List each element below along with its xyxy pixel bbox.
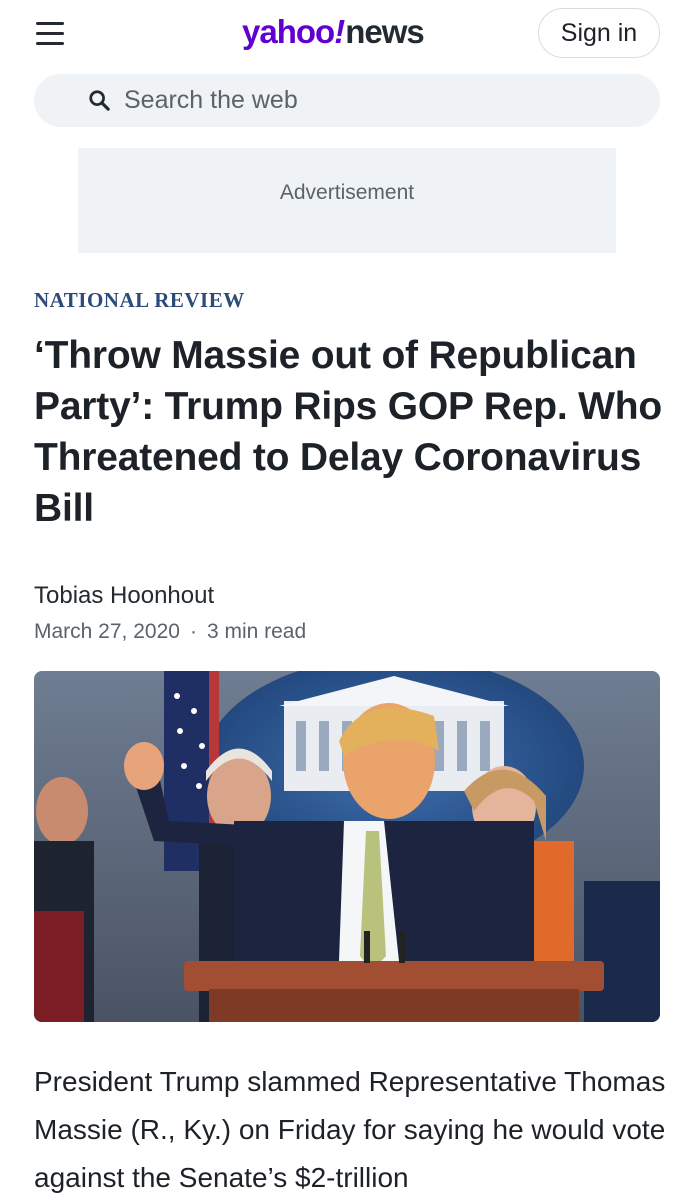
article-body: President Trump slammed Representative T… bbox=[34, 1066, 666, 1193]
press-briefing-photo bbox=[34, 671, 660, 1022]
header: yahoo! news Sign in bbox=[0, 0, 692, 68]
article-meta: March 27, 2020 · 3 min read bbox=[34, 620, 306, 644]
page: yahoo!news Sign in Advertisement NATIONA… bbox=[0, 0, 692, 1200]
advertisement-slot: Advertisement bbox=[78, 148, 616, 253]
sign-in-button[interactable]: Sign in bbox=[538, 8, 660, 58]
brand-sub: news bbox=[345, 13, 425, 50]
brand-main: yahoo bbox=[242, 13, 335, 50]
article-author[interactable]: Tobias Hoonhout bbox=[34, 582, 214, 610]
article-headline: ‘Throw Massie out of Republican Party’: … bbox=[34, 334, 662, 530]
meta-separator: · bbox=[189, 620, 197, 643]
search-bar[interactable] bbox=[34, 74, 660, 127]
search-icon bbox=[89, 90, 110, 111]
search-input[interactable] bbox=[124, 74, 644, 127]
article-hero-image[interactable] bbox=[34, 671, 660, 1022]
article-date: March 27, 2020 bbox=[34, 620, 180, 643]
article-source[interactable]: NATIONAL REVIEW bbox=[34, 288, 245, 313]
yahoo-news-logo[interactable]: yahoo! news bbox=[242, 13, 425, 53]
hamburger-menu-icon[interactable] bbox=[36, 22, 66, 48]
advertisement-label: Advertisement bbox=[279, 181, 415, 204]
article-read-time: 3 min read bbox=[206, 620, 307, 643]
brand-bang: ! bbox=[334, 13, 345, 50]
